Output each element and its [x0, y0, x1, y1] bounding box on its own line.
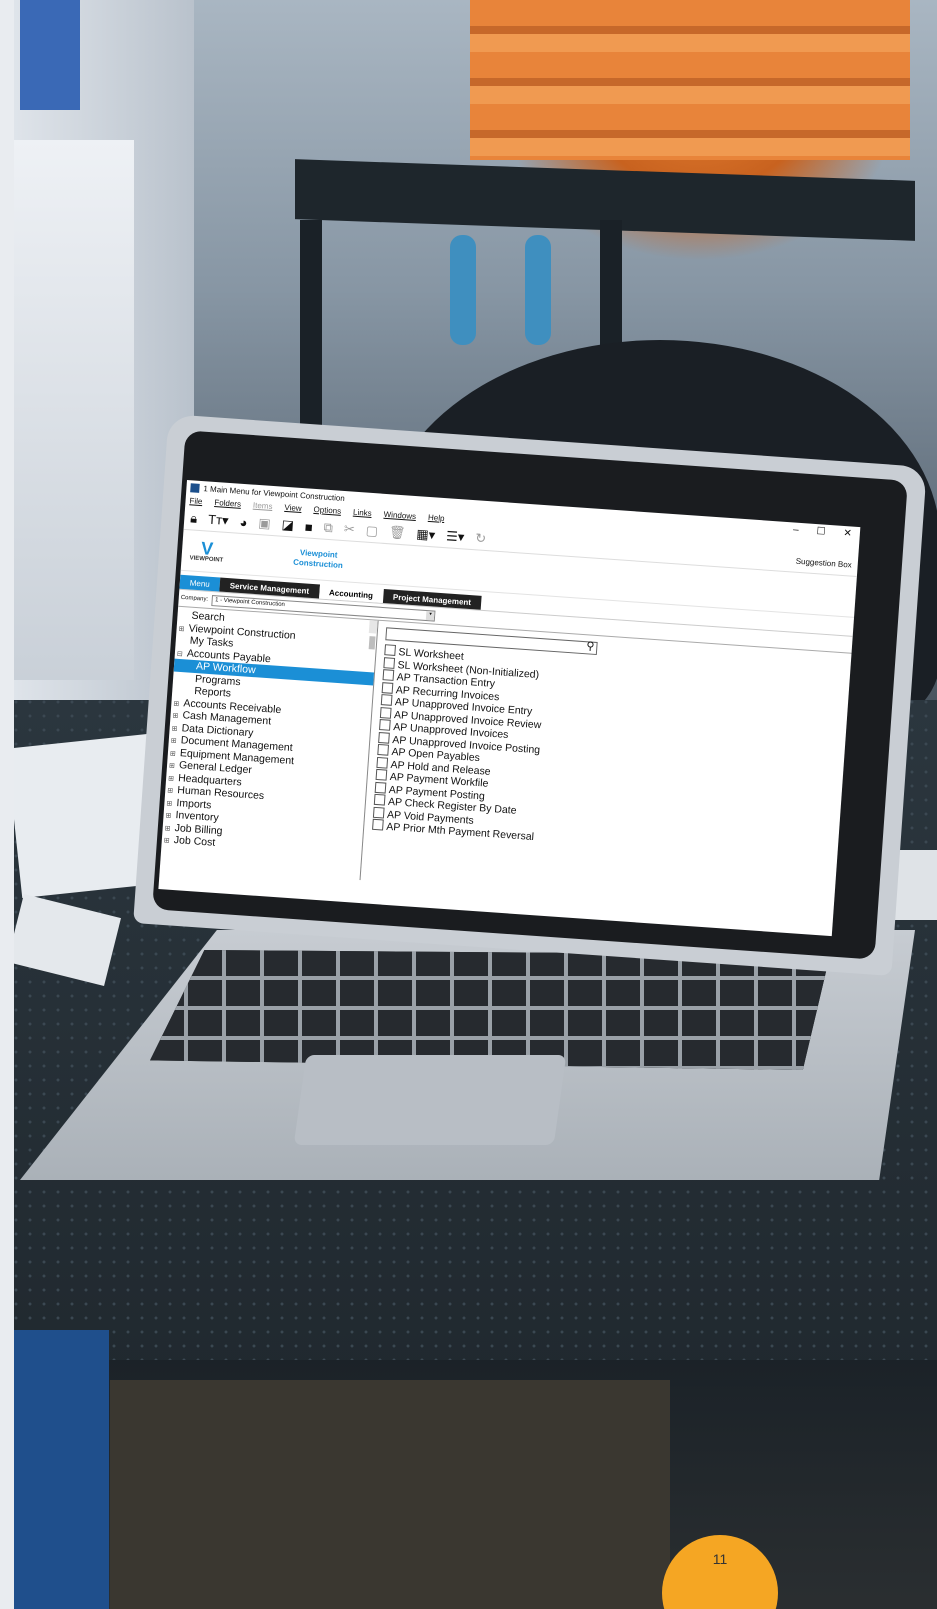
- viewpoint-logo-mark: V: [200, 538, 214, 559]
- program-icon: [380, 694, 393, 706]
- program-icon: [376, 756, 389, 769]
- machine-panel: [14, 140, 134, 680]
- orange-equipment: [470, 0, 910, 160]
- menu-options[interactable]: Options: [313, 505, 341, 516]
- tree-scroll-thumb[interactable]: [368, 636, 376, 650]
- program-icon: [383, 656, 396, 669]
- company-banner-line2: Construction: [292, 557, 344, 571]
- company-value: 1 - Viewpoint Construction: [214, 597, 286, 609]
- blue-pipe: [525, 235, 551, 345]
- app-icon: [190, 482, 200, 493]
- company-banner: Viewpoint Construction: [293, 548, 344, 571]
- trackpad: [293, 1055, 567, 1145]
- program-icon: [378, 731, 390, 744]
- expand-icon[interactable]: ⊞: [163, 835, 174, 848]
- program-icon: [374, 781, 387, 794]
- delete-icon[interactable]: 🗑︎: [388, 524, 407, 541]
- refresh-icon[interactable]: ↻: [475, 530, 487, 547]
- tab-menu[interactable]: Menu: [179, 574, 221, 592]
- tree-item-label: Job Cost: [173, 833, 216, 849]
- tree-scrollbar[interactable]: [368, 620, 378, 650]
- palette-icon[interactable]: ◕: [239, 514, 248, 530]
- program-icon: [384, 644, 397, 656]
- main-panes: Search ⊞ Viewpoint Construction My Tasks ⊟ Ac…: [160, 605, 852, 914]
- program-icon: [377, 743, 390, 756]
- folder-icon[interactable]: ■: [304, 519, 313, 535]
- viewpoint-logo: V VIEWPOINT: [189, 538, 224, 564]
- sort-icon[interactable]: ☰▾: [446, 528, 465, 545]
- program-icon: [375, 768, 388, 781]
- program-icon: [372, 806, 385, 819]
- menu-view[interactable]: View: [284, 503, 302, 513]
- menu-file[interactable]: File: [189, 496, 202, 506]
- new-folder-icon[interactable]: ▣: [258, 515, 271, 532]
- left-margin: [0, 0, 14, 1609]
- page-number: 11: [712, 1551, 728, 1567]
- program-pane: ⚲ SL Worksheet SL Worksheet (Non-Initiali…: [361, 621, 852, 913]
- navigation-tree: Search ⊞ Viewpoint Construction My Tasks ⊟ Ac…: [160, 606, 379, 881]
- menu-help[interactable]: Help: [428, 513, 445, 523]
- blue-object: [14, 1330, 109, 1609]
- minimize-button[interactable]: –: [793, 524, 799, 535]
- program-list: SL Worksheet SL Worksheet (Non-Initialize…: [372, 644, 842, 863]
- menu-windows[interactable]: Windows: [383, 510, 416, 521]
- keyboard-rows: [150, 950, 830, 1070]
- program-icon: [373, 793, 386, 806]
- program-icon: [379, 719, 391, 731]
- copy-icon[interactable]: ⧉: [323, 520, 333, 537]
- font-size-icon[interactable]: Tт▾: [208, 512, 229, 529]
- viewpoint-main-menu-window: 1 Main Menu for Viewpoint Construction –…: [158, 480, 861, 937]
- wooden-block: [110, 1380, 670, 1609]
- close-button[interactable]: ✕: [843, 527, 852, 539]
- menu-items[interactable]: Items: [253, 501, 273, 511]
- machine-screen: [20, 0, 80, 110]
- background-photo: 1 Main Menu for Viewpoint Construction –…: [0, 0, 937, 1609]
- program-icon: [372, 818, 384, 831]
- program-icon: [382, 669, 395, 681]
- menu-links[interactable]: Links: [353, 508, 372, 518]
- rename-folder-icon[interactable]: ◪: [281, 517, 294, 534]
- search-icon[interactable]: ⚲: [586, 639, 595, 653]
- chevron-down-icon[interactable]: ▾: [426, 610, 435, 621]
- cut-icon[interactable]: ✂: [343, 521, 355, 538]
- suggestion-box-link[interactable]: Suggestion Box: [795, 556, 858, 569]
- grid-view-icon[interactable]: ▦▾: [416, 526, 436, 543]
- viewpoint-logo-word: VIEWPOINT: [189, 555, 224, 564]
- blue-pipe: [450, 235, 476, 345]
- paste-icon[interactable]: ▢: [365, 523, 378, 540]
- lock-icon[interactable]: 🔒︎: [190, 510, 198, 526]
- menu-folders[interactable]: Folders: [214, 498, 241, 509]
- company-label: Company:: [180, 594, 209, 603]
- program-icon: [379, 706, 392, 719]
- maximize-button[interactable]: ☐: [816, 526, 826, 538]
- program-icon: [381, 681, 394, 694]
